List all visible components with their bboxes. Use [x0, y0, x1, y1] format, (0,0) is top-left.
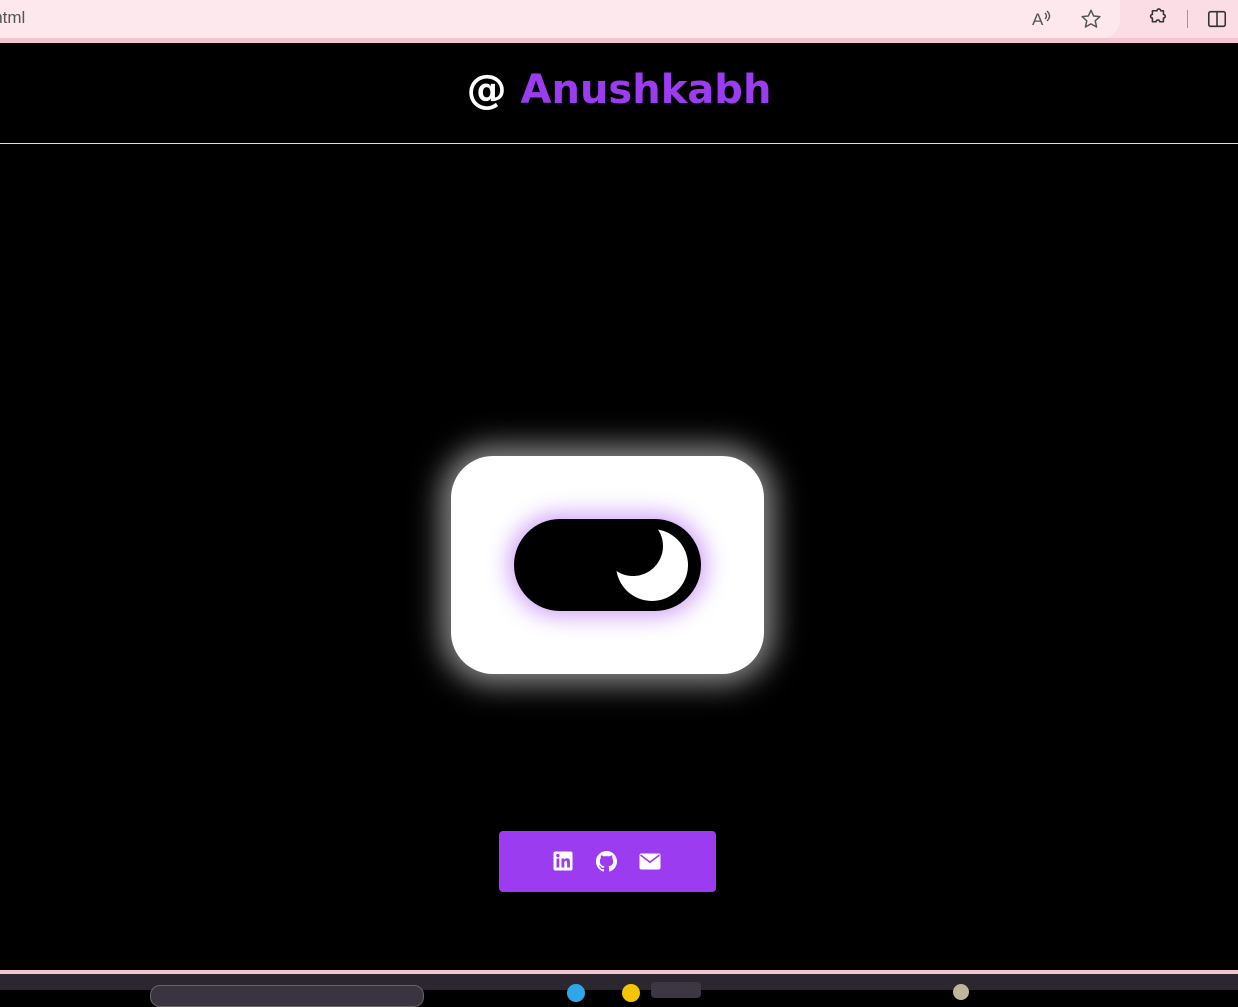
- taskbar-search[interactable]: [150, 985, 424, 1007]
- social-links-bar: [499, 831, 716, 892]
- address-bar[interactable]: k.html: [0, 0, 1120, 38]
- brand-name: Anushkabh: [520, 67, 772, 113]
- brand-at-symbol: @: [466, 67, 507, 113]
- os-taskbar: [0, 970, 1238, 1007]
- taskbar-app-icon[interactable]: [953, 984, 969, 1000]
- toolbar-divider: [1187, 10, 1188, 28]
- linkedin-icon[interactable]: [552, 850, 574, 872]
- brand-title[interactable]: @ Anushkabh: [0, 65, 1238, 115]
- taskbar-app-icon[interactable]: [651, 982, 701, 998]
- email-icon[interactable]: [639, 850, 661, 872]
- favorite-star-icon[interactable]: [1078, 6, 1104, 32]
- taskbar-app-icon[interactable]: [567, 984, 585, 1002]
- split-screen-icon[interactable]: [1204, 6, 1230, 32]
- svg-text:A: A: [1032, 10, 1044, 29]
- site-header: @ Anushkabh: [0, 43, 1238, 144]
- toggle-card: [451, 456, 764, 674]
- moon-icon: [616, 529, 688, 601]
- browser-toolbar: k.html A: [0, 0, 1238, 43]
- github-icon[interactable]: [595, 850, 617, 872]
- url-text[interactable]: k.html: [0, 8, 25, 28]
- read-aloud-icon[interactable]: A: [1028, 6, 1054, 32]
- taskbar-app-icon[interactable]: [622, 984, 640, 1002]
- dark-mode-toggle[interactable]: [514, 519, 701, 611]
- extensions-icon[interactable]: [1144, 6, 1170, 32]
